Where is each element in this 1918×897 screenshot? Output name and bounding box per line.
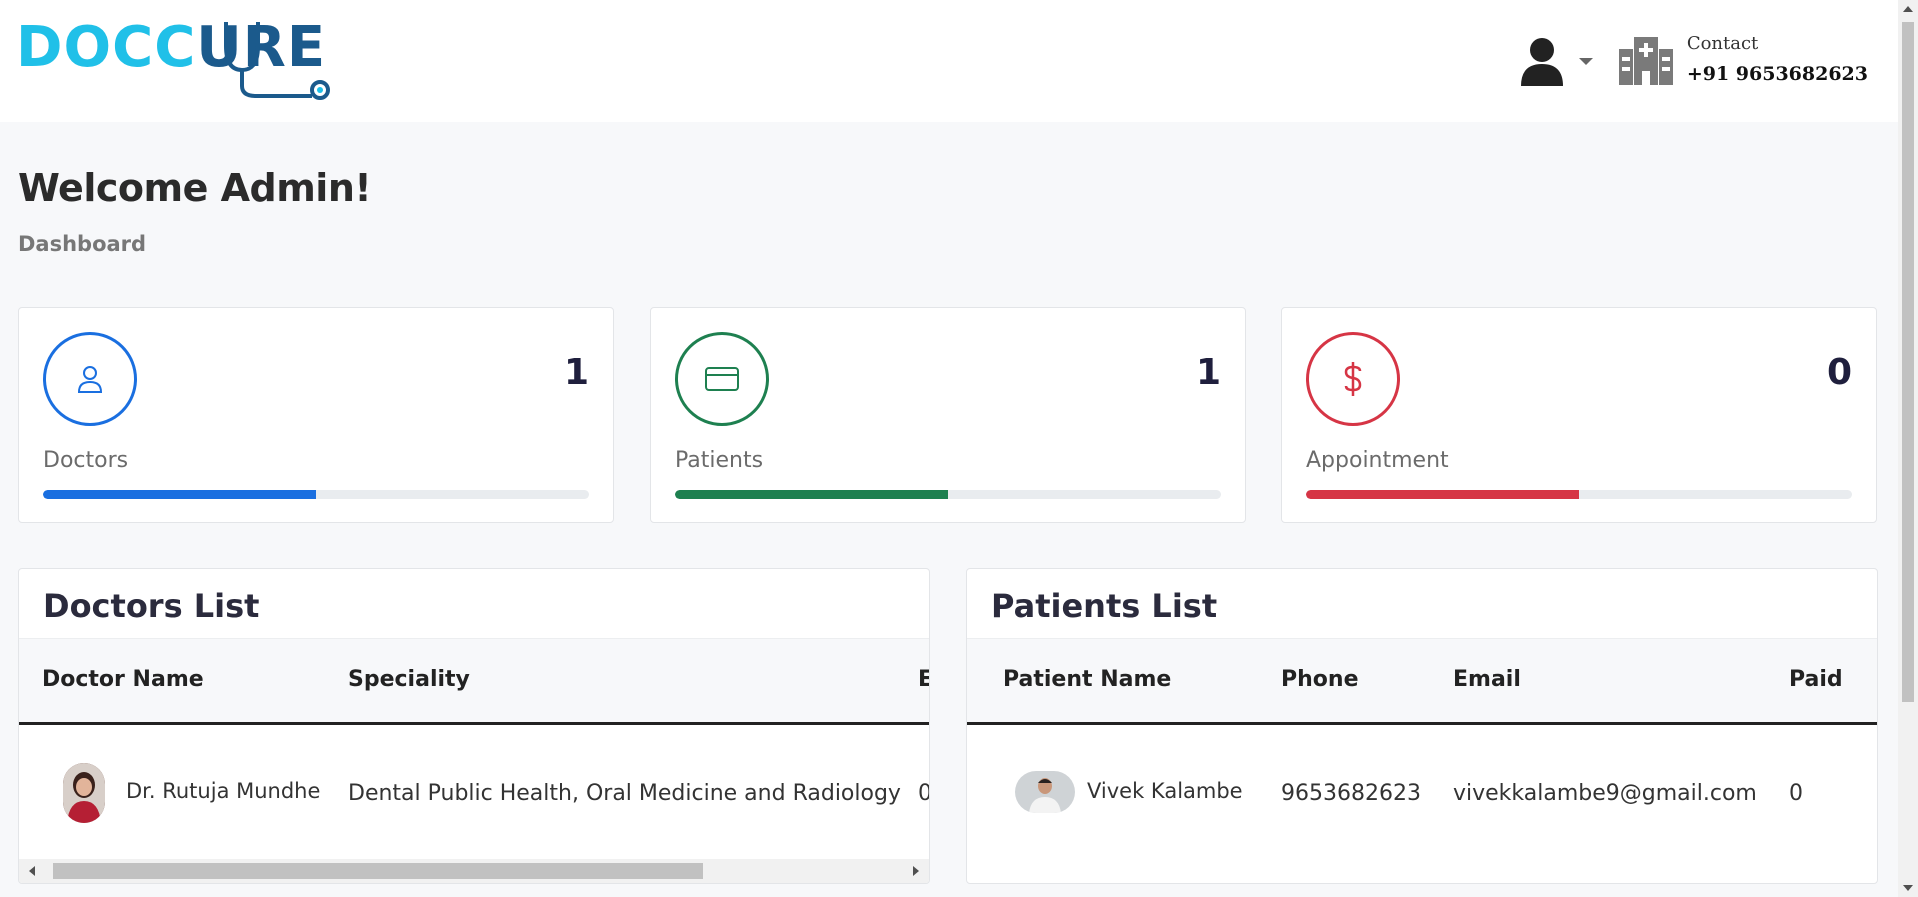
column-doctor-name: Doctor Name	[42, 667, 204, 692]
page-scrollbar[interactable]	[1898, 0, 1918, 897]
patients-list-title: Patients List	[967, 569, 1877, 639]
patient-avatar	[1015, 771, 1075, 813]
dollar-icon	[1306, 332, 1400, 426]
doccure-logo[interactable]: DOCCURE	[16, 18, 330, 100]
doctors-list-title: Doctors List	[19, 569, 929, 639]
doctors-table-header: Doctor Name Speciality E	[19, 639, 929, 725]
page-scrollbar-thumb[interactable]	[1902, 22, 1914, 702]
scroll-down-icon[interactable]	[1903, 885, 1913, 891]
patient-phone: 9653682623	[1281, 781, 1421, 806]
patients-progress-bar	[675, 490, 1221, 499]
contact-number[interactable]: +91 9653682623	[1687, 57, 1868, 91]
hospital-icon	[1618, 37, 1673, 85]
column-phone: Phone	[1281, 667, 1359, 692]
user-icon	[43, 332, 137, 426]
column-email: Email	[1453, 667, 1521, 692]
horizontal-scrollbar[interactable]	[19, 859, 929, 883]
scrollbar-thumb[interactable]	[53, 863, 703, 879]
patient-email[interactable]: vivekkalambe9@gmail.com	[1453, 781, 1757, 806]
column-speciality: Speciality	[348, 667, 470, 692]
patients-table-header: Patient Name Phone Email Paid	[967, 639, 1877, 725]
appointment-stat-card: 0 Appointment	[1281, 307, 1877, 523]
appointment-count: 0	[1826, 352, 1852, 393]
doctors-count: 1	[563, 352, 589, 393]
stethoscope-icon	[224, 22, 330, 100]
contact-label: Contact	[1686, 33, 1759, 54]
doctor-partial-value: 0	[918, 781, 929, 806]
doctors-list-card: Doctors List Doctor Name Speciality E Dr…	[18, 568, 930, 884]
doctor-name[interactable]: Dr. Rutuja Mundhe	[126, 779, 320, 803]
doctors-progress-bar	[43, 490, 589, 499]
patient-name[interactable]: Vivek Kalambe	[1087, 779, 1243, 803]
doctors-stat-card: 1 Doctors	[18, 307, 614, 523]
column-partial: E	[918, 667, 929, 692]
column-patient-name: Patient Name	[1003, 667, 1172, 692]
doctors-label: Doctors	[43, 448, 129, 473]
column-paid: Paid	[1789, 667, 1843, 692]
appointment-label: Appointment	[1306, 448, 1449, 473]
credit-card-icon	[675, 332, 769, 426]
user-menu-dropdown-icon[interactable]	[1578, 57, 1593, 65]
doctor-avatar	[63, 763, 105, 823]
header-actions: Contact +91 9653682623	[1519, 26, 1868, 96]
contact-info: Contact +91 9653682623	[1687, 31, 1868, 91]
top-header: DOCCURE Contact +91 9653682623	[0, 0, 1898, 122]
patients-list-card: Patients List Patient Name Phone Email P…	[966, 568, 1878, 884]
scroll-left-icon[interactable]	[29, 866, 35, 876]
scroll-right-icon[interactable]	[913, 866, 919, 876]
breadcrumb[interactable]: Dashboard	[18, 232, 146, 256]
scroll-up-icon[interactable]	[1903, 6, 1913, 12]
doctor-speciality: Dental Public Health, Oral Medicine and …	[348, 781, 901, 806]
user-avatar-icon[interactable]	[1519, 36, 1565, 86]
patients-stat-card: 1 Patients	[650, 307, 1246, 523]
patients-count: 1	[1195, 352, 1221, 393]
patient-paid: 0	[1789, 781, 1803, 806]
patients-label: Patients	[675, 448, 764, 473]
appointment-progress-bar	[1306, 490, 1852, 499]
page-title: Welcome Admin!	[18, 166, 372, 210]
